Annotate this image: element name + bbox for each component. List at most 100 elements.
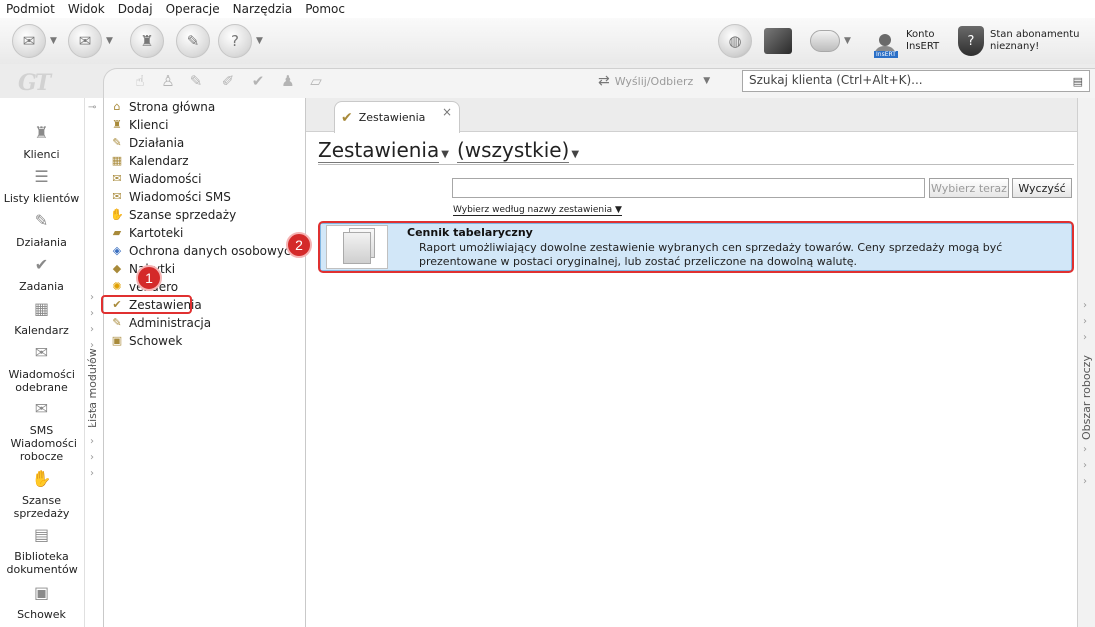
module-klienci[interactable]: ♜ Klienci — [110, 116, 168, 134]
rail-item-szanse-sprzedazy[interactable]: ✋ Szanse sprzedaży — [0, 471, 83, 521]
menu-narzedzia[interactable]: Narzędzia — [233, 2, 293, 16]
chevron-down-icon[interactable]: ▼ — [571, 149, 579, 160]
chevron-right-icon[interactable]: › — [1083, 476, 1087, 487]
rail-label: Schowek — [17, 608, 66, 621]
chevron-right-icon[interactable]: › — [90, 372, 94, 383]
chevron-right-icon[interactable]: › — [90, 356, 94, 367]
cloud-button[interactable]: ▼ — [810, 24, 851, 58]
module-strona-glowna[interactable]: ⌂ Strona główna — [110, 98, 216, 116]
rail-label: Wiadomości odebrane — [8, 368, 75, 394]
users-icon[interactable]: ♟ — [278, 72, 298, 90]
rail-item-listy-klientow[interactable]: ☰ Listy klientów — [0, 169, 83, 206]
account-button[interactable]: InsERT Konto InsERT — [870, 26, 939, 58]
module-szanse-sprzedazy[interactable]: ✋ Szanse sprzedaży — [110, 206, 236, 224]
clear-button[interactable]: Wyczyść — [1012, 178, 1072, 198]
chevron-right-icon[interactable]: › — [90, 292, 94, 303]
pin-icon[interactable]: ⊸ — [88, 102, 96, 113]
chevron-right-icon[interactable]: › — [90, 324, 94, 335]
sort-by-name-dropdown[interactable]: Wybierz według nazwy zestawienia ▼ — [453, 205, 622, 216]
module-dzialania[interactable]: ✎ Działania — [110, 134, 184, 152]
clipboard-icon: ▣ — [111, 334, 123, 347]
chevron-right-icon[interactable]: › — [90, 468, 94, 479]
chevron-right-icon[interactable]: › — [1083, 332, 1087, 343]
calendar-icon: ▦ — [111, 154, 123, 167]
rail-item-kalendarz[interactable]: ▦ Kalendarz — [0, 299, 83, 338]
module-label: Szanse sprzedaży — [129, 208, 237, 222]
send-receive-button[interactable]: ⇄ Wyślij/Odbierz ▼ — [598, 73, 710, 89]
chevron-right-icon[interactable]: › — [1083, 316, 1087, 327]
report-filter-input[interactable] — [452, 178, 925, 198]
chevron-down-icon: ▼ — [844, 36, 851, 46]
toolbar-help-button[interactable]: ? ▼ — [218, 24, 263, 58]
subscription-status: nieznany! — [990, 41, 1040, 52]
highlight-box-zestawienia — [101, 295, 192, 314]
cloud-icon — [810, 30, 840, 52]
check-icon[interactable]: ✔ — [248, 72, 268, 90]
module-rail: ♜ Klienci ☰ Listy klientów ✎ Działania ✔ Zad… — [0, 98, 83, 627]
chevron-right-icon[interactable]: › — [90, 388, 94, 399]
search-placeholder: Szukaj klienta (Ctrl+Alt+K)... — [749, 73, 923, 87]
toolbar-new-button[interactable]: ✉ ▼ — [12, 24, 57, 58]
chevron-right-icon[interactable]: › — [1083, 300, 1087, 311]
toolbar-client-button[interactable]: ♜ — [130, 24, 164, 58]
sms-icon: ✉ — [112, 190, 122, 203]
document-library-icon: ▤ — [33, 525, 50, 544]
menu-dodaj[interactable]: Dodaj — [118, 2, 153, 16]
step-marker-2: 2 — [286, 232, 312, 258]
chevron-down-icon: ▼ — [256, 36, 263, 46]
menu-operacje[interactable]: Operacje — [166, 2, 220, 16]
edit-icon[interactable]: ✐ — [218, 72, 238, 90]
module-wiadomosci-sms[interactable]: ✉ Wiadomości SMS — [110, 188, 230, 206]
chevron-right-icon[interactable]: › — [90, 436, 94, 447]
divider — [318, 164, 1074, 165]
chevron-right-icon[interactable]: › — [90, 420, 94, 431]
module-ochrona-danych[interactable]: ◈ Ochrona danych osobowych — [110, 242, 298, 260]
chevron-down-icon[interactable]: ▼ — [441, 149, 449, 160]
chevron-right-icon[interactable]: › — [90, 452, 94, 463]
module-administracja[interactable]: ✎ Administracja — [110, 314, 211, 332]
client-search-input[interactable]: Szukaj klienta (Ctrl+Alt+K)... ▤ — [742, 70, 1090, 92]
module-wiadomosci[interactable]: ✉ Wiadomości — [110, 170, 201, 188]
chevron-right-icon[interactable]: › — [1083, 460, 1087, 471]
rail-item-zadania[interactable]: ✔ Zadania — [0, 255, 83, 294]
user-pencil-icon[interactable]: ✎ — [186, 72, 206, 90]
category-filter-dropdown[interactable]: (wszystkie) — [456, 138, 570, 163]
module-kalendarz[interactable]: ▦ Kalendarz — [110, 152, 189, 170]
rail-item-wiadomosci-odebrane[interactable]: ✉ Wiadomości odebrane — [0, 345, 83, 395]
user-pen-icon[interactable]: ♙ — [158, 72, 178, 90]
menu-widok[interactable]: Widok — [68, 2, 105, 16]
module-schowek[interactable]: ▣ Schowek — [110, 332, 183, 350]
toolbar-reply-button[interactable]: ✉ ▼ — [68, 24, 113, 58]
rail-label: Listy klientów — [3, 192, 80, 205]
tab-zestawienia[interactable]: ✔ Zestawienia × — [334, 101, 460, 133]
box-button[interactable] — [764, 24, 792, 58]
menu-podmiot[interactable]: Podmiot — [6, 2, 55, 16]
chevron-right-icon[interactable]: › — [90, 340, 94, 351]
rail-item-sms[interactable]: ✉ SMS Wiadomości robocze — [0, 401, 83, 464]
rail-label: Biblioteka dokumentów — [6, 550, 78, 576]
rail-item-schowek[interactable]: ▣ Schowek — [0, 585, 83, 622]
rail-item-dzialania[interactable]: ✎ Działania — [0, 213, 83, 250]
rail-item-biblioteka-dokumentow[interactable]: ▤ Biblioteka dokumentów — [0, 525, 83, 577]
calendar-icon: ▦ — [33, 299, 50, 318]
toolbar-tools-button[interactable]: ✎ — [176, 24, 210, 58]
module-kartoteki[interactable]: ▰ Kartoteki — [110, 224, 184, 242]
help-icon: ? — [218, 24, 252, 58]
account-label: Konto — [906, 29, 935, 40]
close-icon[interactable]: × — [442, 105, 452, 119]
module-label: Kalendarz — [129, 154, 189, 168]
hand-icon[interactable]: ☝ — [130, 72, 150, 90]
reports-dropdown[interactable]: Zestawienia — [318, 138, 440, 163]
rail-item-klienci[interactable]: ♜ Klienci — [0, 125, 83, 162]
chevron-right-icon[interactable]: › — [90, 308, 94, 319]
chevron-right-icon[interactable]: › — [1083, 444, 1087, 455]
globe-button[interactable]: ◍ — [718, 24, 752, 58]
tasks-icon: ✔ — [34, 255, 49, 274]
apply-now-button[interactable]: Wybierz teraz — [929, 178, 1009, 198]
tools-icon: ✎ — [176, 24, 210, 58]
chevron-right-icon[interactable]: › — [90, 404, 94, 415]
menu-pomoc[interactable]: Pomoc — [305, 2, 345, 16]
eraser-icon[interactable]: ▱ — [306, 72, 326, 90]
list-icon[interactable]: ▤ — [1073, 75, 1083, 88]
subscription-status-button[interactable]: ? Stan abonamentu nieznany! — [958, 26, 1079, 56]
